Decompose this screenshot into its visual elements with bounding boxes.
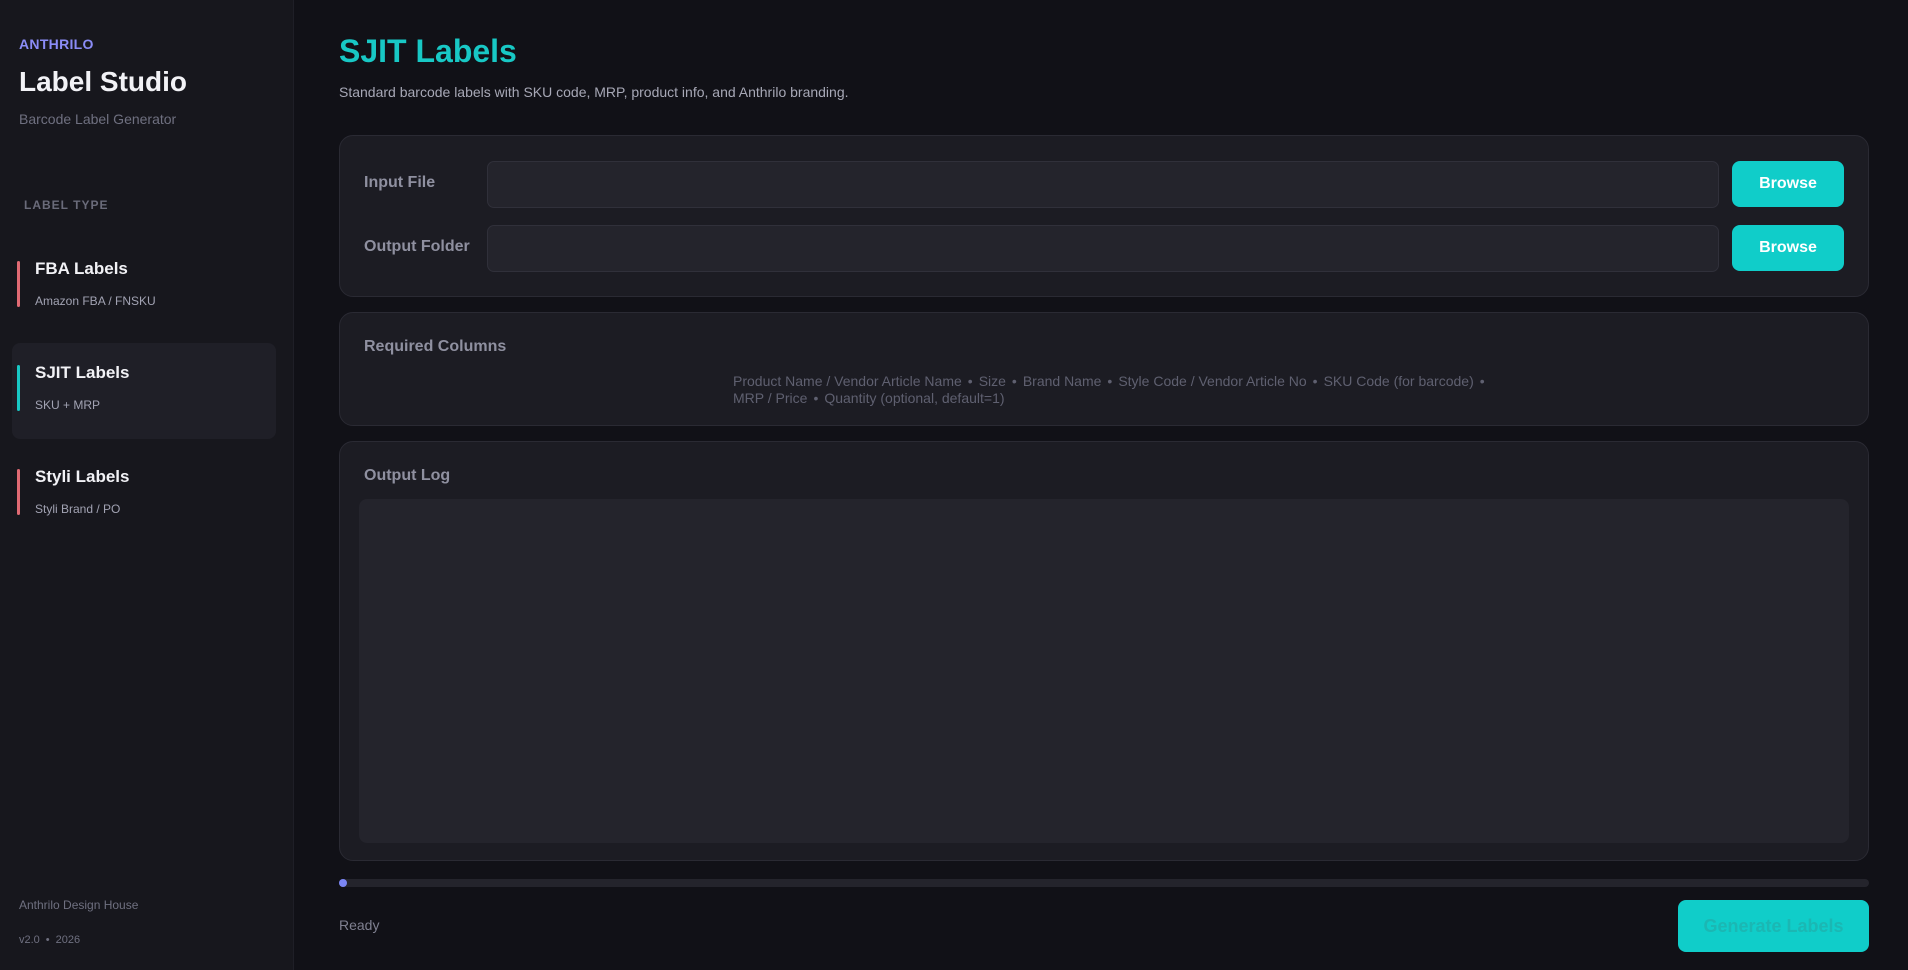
- nav-accent-bar: [17, 365, 20, 411]
- required-columns-card: Required Columns Product Name / Vendor A…: [339, 312, 1869, 426]
- nav-accent-bar: [17, 469, 20, 515]
- column-name: Quantity (optional, default=1): [824, 390, 1005, 406]
- column-name: SKU Code (for barcode): [1323, 373, 1474, 389]
- sidebar-item-label: Styli Labels: [35, 467, 130, 486]
- browse-input-button[interactable]: Browse: [1732, 161, 1844, 207]
- page-title: SJIT Labels: [339, 33, 517, 69]
- separator-dot: •: [967, 373, 973, 389]
- separator-dot: •: [1479, 373, 1485, 389]
- sidebar-item-label: SJIT Labels: [35, 363, 130, 382]
- separator-dot: •: [45, 934, 50, 946]
- column-name: Brand Name: [1022, 373, 1102, 389]
- sidebar-item-fba[interactable]: FBA Labels Amazon FBA / FNSKU: [12, 239, 276, 335]
- browse-output-button[interactable]: Browse: [1732, 225, 1844, 271]
- output-log-card: Output Log: [339, 441, 1869, 861]
- progress-bar: [339, 879, 1869, 887]
- footer-version: v2.0 • 2026: [19, 934, 80, 946]
- label-type-heading: LABEL TYPE: [24, 198, 109, 212]
- sidebar-item-sublabel: Amazon FBA / FNSKU: [35, 294, 156, 308]
- separator-dot: •: [1107, 373, 1113, 389]
- input-file-label: Input File: [364, 174, 436, 191]
- app-subtitle: Barcode Label Generator: [19, 111, 177, 127]
- columns-line-2: MRP / Price • Quantity (optional, default=…: [733, 390, 1493, 407]
- sidebar-item-label: FBA Labels: [35, 259, 128, 278]
- columns-line-1: Product Name / Vendor Article Name • Size •…: [733, 373, 1493, 390]
- column-name: Product Name / Vendor Article Name: [733, 373, 962, 389]
- output-log-area[interactable]: [359, 499, 1849, 843]
- output-log-title: Output Log: [364, 467, 451, 484]
- sidebar-item-styli[interactable]: Styli Labels Styli Brand / PO: [12, 447, 276, 543]
- app-title: Label Studio: [19, 66, 187, 97]
- required-columns-list: Product Name / Vendor Article Name • Size •…: [733, 373, 1493, 407]
- progress-fill: [339, 879, 347, 887]
- file-selection-card: Input File Browse Output Folder Browse: [339, 135, 1869, 297]
- input-file-field[interactable]: [487, 161, 1719, 208]
- brand-eyebrow: ANTHRILO: [19, 36, 94, 52]
- separator-dot: •: [1312, 373, 1318, 389]
- sidebar-item-sublabel: Styli Brand / PO: [35, 502, 121, 516]
- required-columns-title: Required Columns: [364, 338, 507, 355]
- column-name: Style Code / Vendor Article No: [1118, 373, 1307, 389]
- output-folder-label: Output Folder: [364, 238, 470, 255]
- column-name: MRP / Price: [733, 390, 808, 406]
- page-subtitle: Standard barcode labels with SKU code, M…: [339, 84, 849, 100]
- footer-company: Anthrilo Design House: [19, 898, 139, 912]
- separator-dot: •: [1011, 373, 1017, 389]
- generate-labels-button[interactable]: Generate Labels: [1678, 900, 1869, 952]
- version-text: v2.0: [19, 934, 40, 946]
- sidebar-item-sjit[interactable]: SJIT Labels SKU + MRP: [12, 343, 276, 439]
- column-name: Size: [978, 373, 1006, 389]
- sidebar-item-sublabel: SKU + MRP: [35, 398, 101, 412]
- nav-accent-bar: [17, 261, 20, 307]
- sidebar: ANTHRILO Label Studio Barcode Label Gene…: [0, 0, 294, 970]
- year-text: 2026: [55, 934, 81, 946]
- status-text: Ready: [339, 917, 380, 933]
- separator-dot: •: [813, 390, 819, 406]
- output-folder-field[interactable]: [487, 225, 1719, 272]
